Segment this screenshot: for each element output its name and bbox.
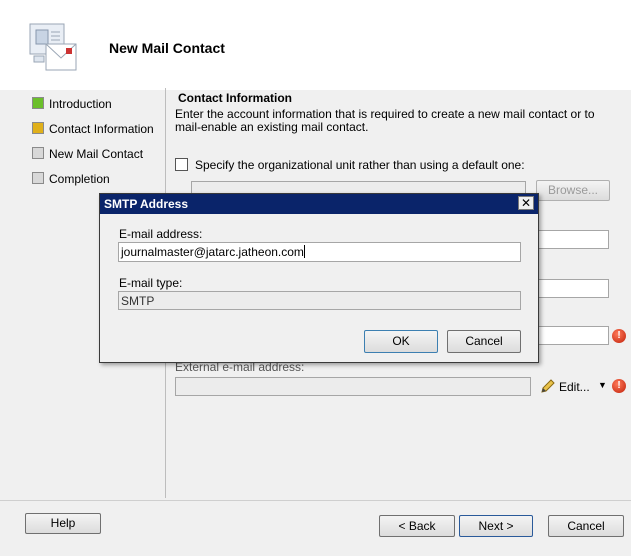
smtp-address-dialog: SMTP Address ✕ E-mail address: journalma… [99, 193, 539, 363]
email-address-input[interactable]: journalmaster@jatarc.jatheon.com [118, 242, 521, 262]
close-icon[interactable]: ✕ [518, 196, 534, 210]
first-name-field[interactable] [530, 230, 609, 249]
error-icon: ! [612, 379, 626, 393]
step-pending-icon [32, 147, 44, 159]
step-current-icon [32, 122, 44, 134]
last-name-field[interactable] [530, 279, 609, 298]
browse-button[interactable]: Browse... [536, 180, 610, 201]
mail-contact-icon [28, 22, 90, 78]
back-button[interactable]: < Back [379, 515, 455, 537]
nav-item-label: Introduction [49, 97, 112, 111]
edit-button[interactable]: Edit... [559, 380, 590, 394]
page-title: New Mail Contact [109, 40, 225, 56]
nav-item-introduction: Introduction [32, 97, 112, 113]
nav-item-completion: Completion [32, 172, 110, 188]
chevron-down-icon[interactable]: ▼ [598, 380, 607, 390]
ou-checkbox-label: Specify the organizational unit rather t… [195, 158, 525, 172]
section-title: Contact Information [178, 91, 292, 105]
email-type-field: SMTP [118, 291, 521, 310]
ou-checkbox[interactable] [175, 158, 188, 171]
dialog-title: SMTP Address [104, 197, 189, 211]
nav-item-new-mail-contact: New Mail Contact [32, 147, 143, 163]
dialog-cancel-button[interactable]: Cancel [447, 330, 521, 353]
text-caret [303, 245, 305, 258]
section-description: Enter the account information that is re… [175, 107, 595, 134]
error-icon: ! [612, 329, 626, 343]
name-field[interactable] [530, 326, 609, 345]
external-email-field [175, 377, 531, 396]
pencil-icon[interactable] [540, 378, 556, 394]
footer-divider [0, 500, 631, 501]
wizard-header: New Mail Contact [0, 0, 631, 90]
email-address-label: E-mail address: [119, 227, 203, 241]
step-complete-icon [32, 97, 44, 109]
help-button[interactable]: Help [25, 513, 101, 534]
nav-item-label: New Mail Contact [49, 147, 144, 161]
ok-button[interactable]: OK [364, 330, 438, 353]
email-type-label: E-mail type: [119, 276, 183, 290]
step-pending-icon [32, 172, 44, 184]
nav-item-label: Completion [49, 172, 110, 186]
cancel-button[interactable]: Cancel [548, 515, 624, 537]
nav-item-label: Contact Information [49, 122, 154, 136]
nav-item-contact-information: Contact Information [32, 122, 154, 138]
dialog-titlebar[interactable]: SMTP Address ✕ [100, 194, 538, 214]
email-address-value: journalmaster@jatarc.jatheon.com [121, 245, 304, 259]
next-button[interactable]: Next > [459, 515, 533, 537]
